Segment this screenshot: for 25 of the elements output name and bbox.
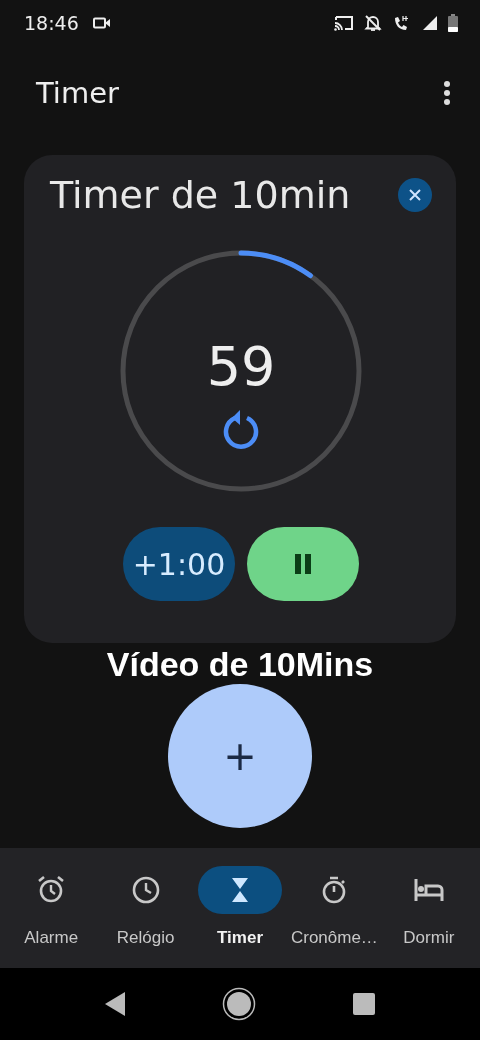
more-options-icon[interactable] [443,80,451,106]
home-icon[interactable] [222,987,256,1021]
recents-icon[interactable] [352,992,376,1016]
signal-icon [422,15,438,31]
close-icon [409,189,421,201]
close-button[interactable] [398,178,432,212]
back-icon[interactable] [104,991,126,1017]
timer-title: Timer de 10min [50,173,351,217]
status-time: 18:46 [24,12,79,34]
battery-icon [448,14,458,32]
cast-icon [334,15,354,31]
remaining-time: 59 [206,334,276,398]
muted-bell-icon [364,14,382,32]
nav-tab[interactable]: Dormir [381,848,477,968]
nav-tab[interactable]: Alarme [4,848,99,968]
video-caption: Vídeo de 10Mins [105,645,375,683]
clock-icon [130,875,161,905]
add-minute-button[interactable]: +1:00 [123,527,235,601]
screen-title: Timer [36,76,119,110]
nav-tab[interactable]: Cronôme… [287,848,382,968]
nav-tab[interactable]: Relógio [98,848,193,968]
pause-icon [293,553,313,575]
nav-tab[interactable]: Timer [192,848,288,968]
add-timer-button[interactable]: + [168,684,312,828]
video-camera-icon [92,17,111,29]
